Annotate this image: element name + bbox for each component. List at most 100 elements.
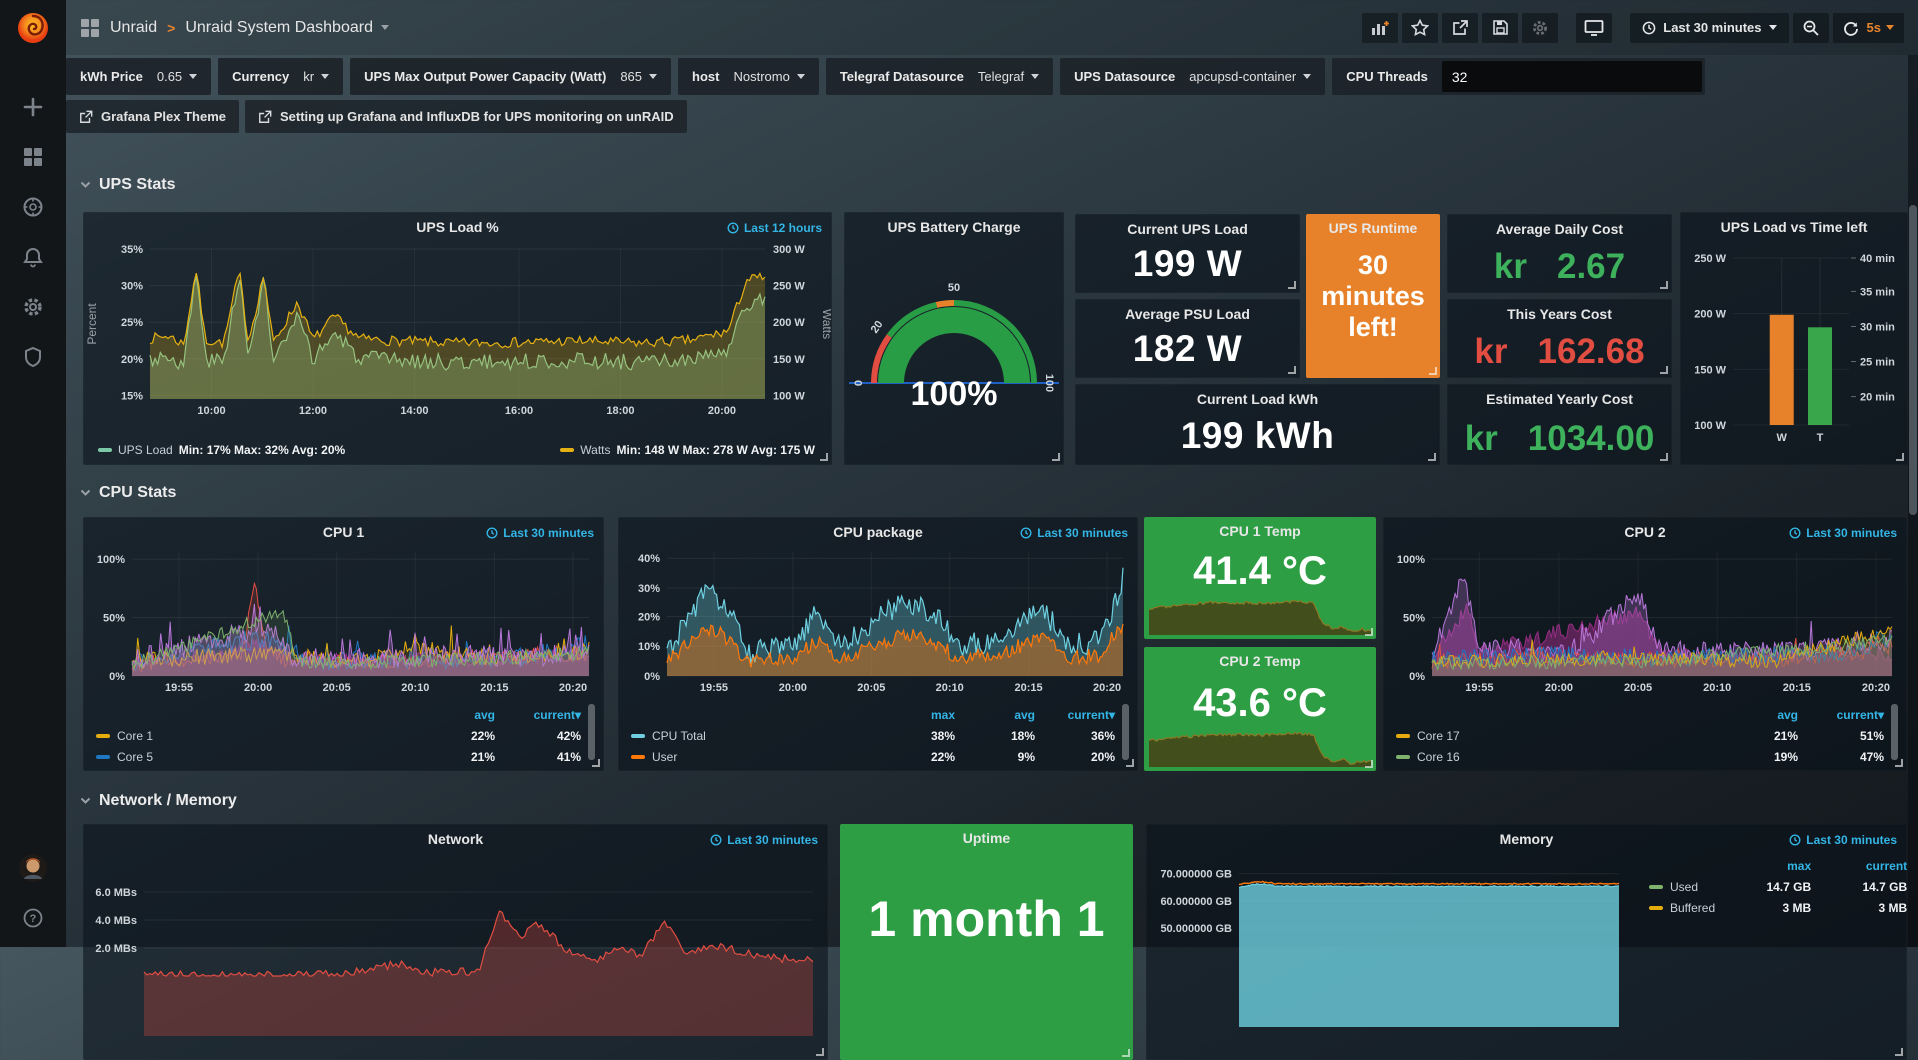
grafana-logo[interactable]	[13, 8, 53, 48]
time-range-badge[interactable]: Last 30 minutes	[486, 526, 594, 540]
time-range-badge[interactable]: Last 30 minutes	[1789, 526, 1897, 540]
panel-title[interactable]: CPU 2 Temp	[1144, 653, 1376, 669]
memory-chart[interactable]: 50.000000 GB60.000000 GB70.000000 GB	[1147, 851, 1627, 1051]
user-avatar[interactable]	[18, 853, 48, 883]
legend-series-name[interactable]: Watts	[580, 443, 610, 457]
legend-scrollbar[interactable]	[1891, 704, 1898, 760]
legend-value: 14.7 GB	[1715, 880, 1811, 894]
legend-column-header[interactable]: max	[875, 708, 955, 722]
panel-title[interactable]: Average Daily Cost	[1448, 221, 1671, 237]
clock-icon	[1789, 527, 1801, 539]
row-header-netmem[interactable]: Network / Memory	[80, 792, 237, 810]
time-range-badge[interactable]: Last 30 minutes	[1020, 526, 1128, 540]
legend-column-header[interactable]: avg	[409, 708, 495, 722]
cpu2-chart[interactable]: 19:5520:0020:0520:1020:1520:200%50%100%	[1384, 544, 1906, 702]
panel-cpu1: CPU 1 Last 30 minutes 19:5520:0020:0520:…	[83, 517, 604, 771]
stat-value: kr162.68	[1448, 332, 1671, 372]
panel-title[interactable]: Uptime	[840, 830, 1133, 846]
legend-scrollbar[interactable]	[1122, 704, 1129, 760]
svg-text:20%: 20%	[638, 611, 660, 623]
legend-series-name[interactable]: Core 5	[96, 750, 409, 764]
panel-title[interactable]: Average PSU Load	[1076, 306, 1299, 322]
legend-value: 21%	[409, 750, 495, 764]
legend-series-name[interactable]: Used	[1649, 880, 1715, 894]
svg-text:20:15: 20:15	[1783, 682, 1811, 694]
cpu1-chart[interactable]: 19:5520:0020:0520:1020:1520:200%50%100%	[84, 544, 603, 702]
svg-text:6.0 MBs: 6.0 MBs	[95, 887, 137, 899]
legend-series-name[interactable]: UPS Load	[118, 443, 173, 457]
legend-series-name[interactable]: Core 17	[1396, 729, 1712, 743]
admin-shield-icon[interactable]	[22, 346, 44, 368]
battery-gauge[interactable]: 02050100100%	[845, 241, 1063, 461]
panel-title[interactable]: UPS Battery Charge	[845, 219, 1063, 235]
legend-swatch	[631, 734, 645, 738]
ups-load-chart[interactable]: 10:0012:0014:0016:0018:0020:0015%20%25%3…	[84, 241, 831, 427]
panel-title[interactable]: Estimated Yearly Cost	[1448, 391, 1671, 407]
panel-title[interactable]: UPS Runtime	[1306, 220, 1440, 236]
time-range-badge[interactable]: Last 30 minutes	[1789, 833, 1897, 847]
page-scrollbar[interactable]	[1908, 55, 1918, 947]
svg-text:20:20: 20:20	[1093, 682, 1121, 694]
svg-text:12:00: 12:00	[299, 405, 327, 417]
panel-memory: Memory Last 30 minutes 50.000000 GB60.00…	[1146, 824, 1907, 1060]
svg-text:35%: 35%	[121, 244, 143, 256]
legend-series-name[interactable]: Core 16	[1396, 750, 1712, 764]
svg-text:250 W: 250 W	[1694, 253, 1726, 265]
legend-series-name[interactable]: Buffered	[1649, 901, 1715, 915]
legend-value: 22%	[409, 729, 495, 743]
time-range-badge[interactable]: Last 30 minutes	[710, 833, 818, 847]
legend-series-name[interactable]: Core 1	[96, 729, 409, 743]
svg-text:0%: 0%	[109, 671, 125, 683]
configuration-gear-icon[interactable]	[22, 296, 44, 318]
help-icon[interactable]: ?	[22, 907, 44, 929]
alerting-bell-icon[interactable]	[22, 246, 44, 268]
legend-series-name[interactable]: CPU Total	[631, 729, 875, 743]
legend-column-header[interactable]: current▾	[1798, 708, 1884, 722]
network-chart[interactable]: 2.0 MBs4.0 MBs6.0 MBs	[84, 851, 827, 1051]
legend-column-header[interactable]: avg	[955, 708, 1035, 722]
create-plus-icon[interactable]	[22, 96, 44, 118]
svg-text:Watts: Watts	[820, 309, 831, 339]
panel-current-load-kwh: Current Load kWh 199 kWh	[1075, 384, 1440, 465]
panel-title[interactable]: Current UPS Load	[1076, 221, 1299, 237]
legend-value: 18%	[955, 729, 1035, 743]
stat-value: kr1034.00	[1448, 419, 1671, 459]
legend-value: 19%	[1712, 750, 1798, 764]
svg-text:18:00: 18:00	[606, 405, 634, 417]
row-header-ups[interactable]: UPS Stats	[80, 176, 175, 194]
svg-text:100 W: 100 W	[1694, 420, 1726, 432]
legend-value: 3 MB	[1811, 901, 1907, 915]
legend-swatch	[1396, 734, 1410, 738]
svg-text:20:20: 20:20	[1862, 682, 1890, 694]
dashboards-icon[interactable]	[22, 146, 44, 168]
legend-column-header[interactable]: current	[1811, 859, 1907, 873]
svg-text:20: 20	[869, 319, 886, 336]
explore-compass-icon[interactable]	[22, 196, 44, 218]
time-range-badge[interactable]: Last 12 hours	[727, 221, 822, 235]
svg-text:25%: 25%	[121, 317, 143, 329]
svg-text:0%: 0%	[1409, 671, 1425, 683]
svg-text:30%: 30%	[121, 281, 143, 293]
panel-title[interactable]: This Years Cost	[1448, 306, 1671, 322]
scrollbar-thumb[interactable]	[1909, 205, 1917, 515]
legend-series-name[interactable]: User	[631, 750, 875, 764]
legend-value: 21%	[1712, 729, 1798, 743]
svg-text:200 W: 200 W	[773, 317, 805, 329]
panel-title[interactable]: Current Load kWh	[1076, 391, 1439, 407]
legend-column-header[interactable]: current▾	[495, 708, 581, 722]
svg-text:19:55: 19:55	[165, 682, 193, 694]
panel-title[interactable]: UPS Load %	[84, 219, 831, 235]
legend-swatch	[96, 755, 110, 759]
legend-swatch	[98, 448, 112, 452]
row-header-cpu[interactable]: CPU Stats	[80, 484, 176, 502]
cpu-package-chart[interactable]: 19:5520:0020:0520:1020:1520:200%10%20%30…	[619, 544, 1137, 702]
legend-column-header[interactable]: max	[1715, 859, 1811, 873]
panel-title[interactable]: UPS Load vs Time left	[1681, 219, 1907, 235]
svg-text:300 W: 300 W	[773, 244, 805, 256]
panel-title[interactable]: CPU 1 Temp	[1144, 523, 1376, 539]
ups-load-vs-time-chart[interactable]: 100 W150 W200 W250 W20 min25 min30 min35…	[1681, 241, 1907, 463]
legend-column-header[interactable]: avg	[1712, 708, 1798, 722]
legend-scrollbar[interactable]	[588, 704, 595, 760]
legend-column-header[interactable]: current▾	[1035, 708, 1115, 722]
legend-value: 14.7 GB	[1811, 880, 1907, 894]
